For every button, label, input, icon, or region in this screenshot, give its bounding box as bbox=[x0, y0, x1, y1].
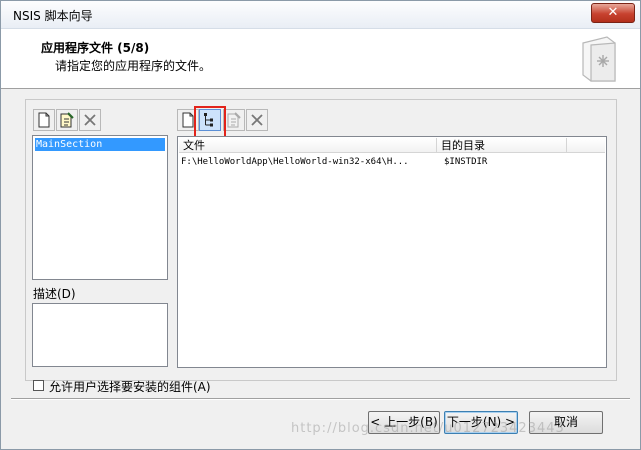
close-button[interactable]: ✕ bbox=[591, 3, 635, 23]
file-path-cell: F:\HelloWorldApp\HelloWorld-win32-x64\H.… bbox=[181, 157, 409, 167]
allow-select-label[interactable]: 允许用户选择要安装的组件(A) bbox=[49, 378, 211, 395]
footer-separator bbox=[11, 398, 630, 400]
wizard-page-icon bbox=[582, 36, 616, 82]
wizard-header: 应用程序文件 (5/8) 请指定您的应用程序的文件。 bbox=[1, 29, 640, 89]
watermark: http://blog.csdn.net/u012723423443 bbox=[291, 421, 565, 436]
description-label: 描述(D) bbox=[33, 287, 76, 301]
title-bar[interactable]: NSIS 脚本向导 ✕ bbox=[1, 1, 640, 29]
files-list[interactable]: 文件 目的目录 F:\HelloWorldApp\HelloWorld-win3… bbox=[177, 136, 607, 368]
page-subtitle: 请指定您的应用程序的文件。 bbox=[55, 59, 212, 73]
column-header-destination[interactable]: 目的目录 bbox=[437, 138, 567, 153]
highlight-box bbox=[194, 106, 226, 138]
column-header-file[interactable]: 文件 bbox=[179, 138, 437, 153]
files-table-header: 文件 目的目录 bbox=[179, 138, 605, 153]
new-section-icon[interactable] bbox=[33, 109, 55, 131]
delete-file-icon[interactable] bbox=[246, 109, 268, 131]
wizard-window: NSIS 脚本向导 ✕ 应用程序文件 (5/8) 请指定您的应用程序的文件。 M… bbox=[0, 0, 641, 450]
list-item[interactable]: MainSection bbox=[35, 138, 165, 151]
description-box bbox=[32, 303, 168, 367]
rename-section-icon[interactable] bbox=[56, 109, 78, 131]
destination-cell: $INSTDIR bbox=[444, 157, 488, 167]
allow-select-checkbox[interactable] bbox=[33, 380, 44, 391]
edit-file-icon[interactable] bbox=[223, 109, 245, 131]
page-title: 应用程序文件 (5/8) bbox=[41, 41, 150, 55]
delete-section-icon[interactable] bbox=[79, 109, 101, 131]
sections-list[interactable]: MainSection bbox=[32, 135, 168, 280]
window-title: NSIS 脚本向导 bbox=[13, 9, 93, 23]
